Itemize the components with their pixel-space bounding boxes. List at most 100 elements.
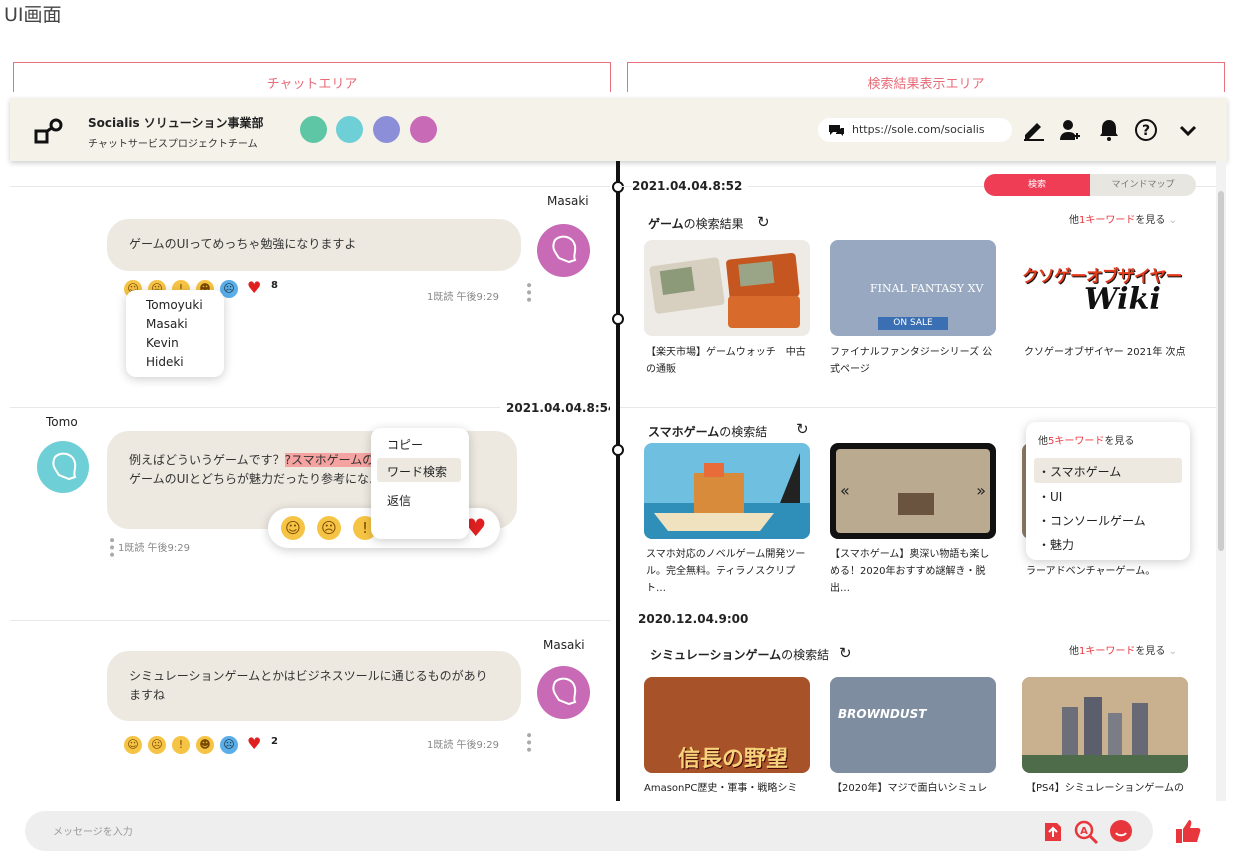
surprised-emoji-icon[interactable]: ! — [172, 736, 190, 754]
boat-illustration-image — [644, 453, 810, 539]
result-caption[interactable]: 【2020年】マジで面白いシミュレ — [832, 780, 998, 797]
result-thumbnail[interactable]: クソゲーオブザイヤー Wiki — [1022, 240, 1188, 336]
member-avatar[interactable] — [336, 116, 363, 143]
result-thumbnail[interactable]: 信長の野望 — [644, 677, 810, 773]
result-caption[interactable]: 【スマホゲーム】奥深い物語も楽しめる！2020年おすすめ謎解き・脱出… — [830, 546, 996, 597]
group-title: ゲームの検索結果 — [648, 215, 744, 232]
more-pre: 他 — [1038, 436, 1048, 447]
happy-emoji-icon[interactable]: ☻ — [196, 736, 214, 754]
more-options-icon[interactable]: ••• — [520, 731, 536, 753]
add-user-icon[interactable] — [1058, 118, 1082, 142]
upload-file-icon[interactable] — [1043, 819, 1063, 843]
result-caption[interactable]: ファイナルファンタジーシリーズ 公式ページ — [830, 344, 996, 378]
emoji-icon[interactable] — [1109, 819, 1133, 843]
more-keywords-link[interactable]: 他5キーワードを見る — [1038, 432, 1134, 447]
bell-icon[interactable] — [1097, 118, 1121, 142]
result-caption[interactable]: スマホ対応のノベルゲーム開発ツール。完全無料。ティラノスクリプト… — [646, 546, 812, 597]
cry-emoji-icon[interactable]: ☹ — [220, 736, 238, 754]
sad-emoji-icon[interactable]: ☹ — [317, 516, 341, 540]
result-caption[interactable]: 【PS4】シミュレーションゲームの — [1026, 780, 1192, 797]
sender-name: Tomo — [46, 415, 78, 429]
sale-badge: ON SALE — [878, 317, 948, 330]
edit-icon[interactable] — [1022, 118, 1046, 142]
scrollbar[interactable] — [1216, 161, 1226, 801]
more-options-icon[interactable]: ••• — [103, 536, 119, 558]
menu-reply[interactable]: 返信 — [387, 492, 411, 509]
tab-search[interactable]: 検索 — [984, 174, 1090, 196]
result-thumbnail[interactable] — [644, 240, 810, 336]
smile-emoji-icon[interactable]: ☺ — [124, 736, 142, 754]
thumb-title: 信長の野望 — [678, 746, 789, 772]
keyword-option[interactable]: ・スマホゲーム — [1034, 458, 1182, 483]
result-caption[interactable]: AmasonPC歴史・軍事・戦略シミ — [644, 780, 810, 797]
search-word-icon[interactable]: A — [1073, 819, 1099, 845]
result-caption[interactable]: ラーアドベンチャーゲーム。 — [1026, 563, 1192, 580]
highlighted-keyword[interactable]: ?スマホゲームの — [284, 453, 375, 467]
keyword-option[interactable]: ・魅力 — [1038, 536, 1074, 553]
reactor-name: Masaki — [146, 317, 188, 331]
message-text: 例えばどういうゲームです？ — [129, 453, 285, 467]
result-thumbnail[interactable]: FINAL FANTASY XV ON SALE — [830, 240, 996, 336]
menu-word-search[interactable]: ワード検索 — [377, 458, 461, 482]
help-icon[interactable]: ? — [1134, 118, 1158, 142]
result-thumbnail[interactable]: BROWNDUST — [830, 677, 996, 773]
avatar[interactable] — [37, 441, 89, 493]
menu-copy[interactable]: コピー — [387, 436, 423, 453]
result-caption[interactable]: クソゲーオブザイヤー 2021年 次点 — [1024, 344, 1190, 361]
refresh-icon[interactable]: ↻ — [796, 420, 809, 438]
heart-icon[interactable]: ♥ — [247, 279, 261, 297]
more-keyword: 5キーワード — [1048, 436, 1105, 447]
tab-mindmap[interactable]: マインドマップ — [1090, 174, 1196, 196]
group-title-suffix: の検索結 — [719, 425, 768, 439]
result-date: 2021.04.04.8:52 — [632, 179, 749, 193]
member-avatar[interactable] — [410, 116, 437, 143]
read-status: 1既読 午後9:29 — [118, 543, 190, 554]
more-pre: 他 — [1069, 646, 1079, 657]
page-label: UI画面 — [4, 4, 62, 26]
result-caption[interactable]: 【楽天市場】ゲームウォッチ 中古の通販 — [646, 344, 812, 378]
member-avatar[interactable] — [373, 116, 400, 143]
refresh-icon[interactable]: ↻ — [757, 213, 770, 231]
svg-text:A: A — [1080, 826, 1088, 837]
group-keyword: スマホゲーム — [648, 425, 720, 439]
result-thumbnail[interactable]: « » — [830, 443, 996, 539]
more-keywords-link[interactable]: 他1キーワードを見る ⌄ — [1069, 642, 1177, 657]
reactor-name: Tomoyuki — [146, 298, 203, 312]
keyword-option[interactable]: ・コンソールゲーム — [1038, 512, 1146, 529]
result-date: 2020.12.04.9:00 — [638, 612, 749, 626]
more-pre: 他 — [1069, 215, 1079, 226]
scrollbar-thumb[interactable] — [1218, 191, 1224, 551]
result-thumbnail[interactable] — [1022, 677, 1188, 773]
prev-arrow-icon: « — [840, 481, 850, 500]
divider — [10, 620, 610, 621]
read-status: 1既読 午後9:29 — [427, 740, 499, 751]
team-subtitle: チャットサービスプロジェクトチーム — [88, 139, 258, 150]
avatar[interactable] — [537, 666, 590, 719]
result-thumbnail[interactable] — [644, 443, 810, 539]
message-bubble[interactable]: シミュレーションゲームとかはビジネスツールに通じるものがありますね — [107, 651, 521, 721]
group-title: スマホゲームの検索結 — [648, 423, 767, 440]
send-thumbs-up-icon[interactable] — [1172, 817, 1202, 845]
message-bubble[interactable]: ゲームのUIってめっちゃ勉強になりますよ — [107, 219, 521, 271]
heart-icon[interactable]: ♥ — [247, 735, 261, 753]
sad-emoji-icon[interactable]: ☹ — [148, 736, 166, 754]
member-avatar[interactable] — [300, 116, 327, 143]
more-options-icon[interactable]: ••• — [520, 281, 536, 303]
reactor-name: Hideki — [146, 355, 184, 369]
thumb-title: FINAL FANTASY XV — [870, 282, 984, 295]
keyword-option[interactable]: ・UI — [1038, 488, 1062, 505]
group-title-suffix: の検索結果 — [683, 217, 744, 231]
face-icon — [52, 452, 77, 481]
view-tabs: 検索 マインドマップ — [984, 174, 1196, 196]
chevron-down-icon[interactable] — [1176, 118, 1200, 142]
message-date: 2021.04.04.8:54 — [500, 401, 610, 415]
avatar[interactable] — [537, 224, 590, 277]
thumb-subtitle: Wiki — [1084, 282, 1161, 317]
refresh-icon[interactable]: ↻ — [839, 644, 852, 662]
message-input[interactable]: メッセージを入力 A — [25, 811, 1153, 851]
more-keywords-link[interactable]: 他1キーワードを見る ⌄ — [1069, 211, 1177, 226]
reactor-name: Kevin — [146, 336, 179, 350]
url-field[interactable]: https://sole.com/socialis — [818, 118, 1012, 142]
logo-icon[interactable] — [34, 118, 64, 146]
smile-emoji-icon[interactable]: ☺ — [281, 516, 305, 540]
